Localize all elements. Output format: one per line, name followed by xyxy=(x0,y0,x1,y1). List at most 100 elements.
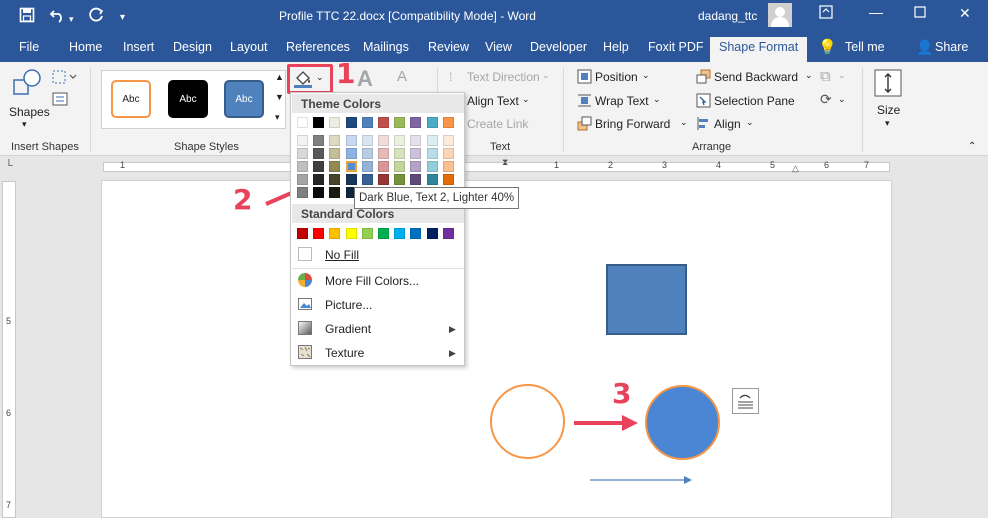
color-swatch[interactable] xyxy=(378,228,389,239)
position-dropdown-icon[interactable]: ⌄ xyxy=(642,70,650,81)
color-swatch[interactable] xyxy=(345,174,357,185)
color-swatch[interactable] xyxy=(329,148,341,159)
color-swatch[interactable] xyxy=(361,228,373,239)
color-swatch[interactable] xyxy=(313,174,325,185)
color-swatch[interactable] xyxy=(297,174,308,185)
tab-review[interactable]: Review xyxy=(428,40,469,54)
color-swatch[interactable] xyxy=(345,228,357,239)
ribbon-display-options-icon[interactable] xyxy=(819,5,833,22)
color-swatch[interactable] xyxy=(394,135,406,146)
align-text-dropdown-icon[interactable]: ⌄ xyxy=(522,94,530,105)
color-swatch[interactable] xyxy=(426,148,438,159)
color-swatch[interactable] xyxy=(329,117,341,128)
bring-forward-button[interactable]: Bring Forward xyxy=(595,117,670,131)
rotate-dropdown-icon[interactable]: ⌄ xyxy=(838,94,846,105)
color-swatch[interactable] xyxy=(344,160,358,173)
collapse-ribbon-icon[interactable]: ⌃ xyxy=(968,141,976,152)
color-swatch[interactable] xyxy=(442,174,454,185)
tab-insert[interactable]: Insert xyxy=(123,40,154,54)
color-swatch[interactable] xyxy=(394,228,406,239)
gallery-scroll-down-icon[interactable]: ▼ xyxy=(275,92,284,102)
tell-me-search[interactable]: Tell me xyxy=(845,40,885,54)
shape-style-blue[interactable]: Abc xyxy=(224,80,264,118)
color-swatch[interactable] xyxy=(361,161,373,172)
position-button[interactable]: Position xyxy=(595,70,638,84)
color-swatch[interactable] xyxy=(297,187,308,198)
color-swatch[interactable] xyxy=(297,117,308,128)
tab-layout[interactable]: Layout xyxy=(230,40,268,54)
minimize-icon[interactable]: — xyxy=(869,4,883,20)
color-swatch[interactable] xyxy=(329,135,341,146)
color-swatch[interactable] xyxy=(426,161,438,172)
gallery-scroll-up-icon[interactable]: ▲ xyxy=(275,72,284,82)
customize-quick-access-icon[interactable]: ▾ xyxy=(120,9,125,27)
wrap-text-dropdown-icon[interactable]: ⌄ xyxy=(653,94,661,105)
indent-marker-icon[interactable]: ⧗ xyxy=(502,157,508,168)
color-swatch[interactable] xyxy=(313,148,325,159)
blue-rectangle-shape[interactable] xyxy=(606,264,687,335)
selection-pane-button[interactable]: Selection Pane xyxy=(714,94,795,108)
color-swatch[interactable] xyxy=(394,174,406,185)
tab-design[interactable]: Design xyxy=(173,40,212,54)
color-swatch[interactable] xyxy=(426,135,438,146)
color-swatch[interactable] xyxy=(410,117,422,128)
bring-forward-dropdown-icon[interactable]: ⌄ xyxy=(680,117,688,128)
maximize-icon[interactable] xyxy=(914,5,926,21)
color-swatch[interactable] xyxy=(329,187,341,198)
color-swatch[interactable] xyxy=(345,135,357,146)
color-swatch[interactable] xyxy=(297,161,308,172)
picture-option[interactable]: Picture... xyxy=(325,298,372,312)
color-swatch[interactable] xyxy=(361,117,373,128)
align-dropdown-icon[interactable]: ⌄ xyxy=(746,117,754,128)
color-swatch[interactable] xyxy=(345,148,357,159)
color-swatch[interactable] xyxy=(297,135,308,146)
color-swatch[interactable] xyxy=(442,228,454,239)
color-swatch[interactable] xyxy=(378,174,389,185)
shape-style-black[interactable]: Abc xyxy=(168,80,208,118)
size-button[interactable]: Size xyxy=(877,103,900,117)
line-arrow-shape[interactable] xyxy=(588,475,694,485)
color-swatch[interactable] xyxy=(410,161,422,172)
color-swatch[interactable] xyxy=(410,228,422,239)
color-swatch[interactable] xyxy=(378,135,389,146)
color-swatch[interactable] xyxy=(313,228,325,239)
shape-style-orange-outline[interactable]: Abc xyxy=(111,80,151,118)
redo-icon[interactable] xyxy=(89,7,105,28)
right-indent-marker-icon[interactable]: △ xyxy=(792,163,799,174)
share-button[interactable]: Share xyxy=(935,40,968,54)
color-swatch[interactable] xyxy=(410,135,422,146)
vertical-ruler[interactable]: 5 6 7 xyxy=(2,181,16,518)
document-page[interactable] xyxy=(101,180,892,518)
color-swatch[interactable] xyxy=(378,117,389,128)
tab-file[interactable]: File xyxy=(19,40,39,54)
close-icon[interactable]: ✕ xyxy=(959,5,971,22)
color-swatch[interactable] xyxy=(394,161,406,172)
undo-dropdown-icon[interactable]: ▾ xyxy=(69,10,74,28)
shape-fill-dropdown-icon[interactable]: ⌄ xyxy=(316,72,324,83)
avatar[interactable] xyxy=(768,3,792,27)
color-swatch[interactable] xyxy=(442,135,454,146)
color-swatch[interactable] xyxy=(313,187,325,198)
align-button[interactable]: Align xyxy=(714,117,741,131)
more-fill-colors-option[interactable]: More Fill Colors... xyxy=(325,274,419,288)
color-swatch[interactable] xyxy=(442,161,454,172)
color-swatch[interactable] xyxy=(361,174,373,185)
shapes-button[interactable]: Shapes xyxy=(9,105,50,119)
tab-developer[interactable]: Developer xyxy=(530,40,587,54)
send-backward-button[interactable]: Send Backward xyxy=(714,70,798,84)
color-swatch[interactable] xyxy=(426,117,438,128)
tab-references[interactable]: References xyxy=(286,40,350,54)
color-swatch[interactable] xyxy=(361,148,373,159)
color-swatch[interactable] xyxy=(442,148,454,159)
color-swatch[interactable] xyxy=(313,135,325,146)
color-swatch[interactable] xyxy=(378,161,389,172)
texture-option[interactable]: Texture xyxy=(325,346,364,360)
color-swatch[interactable] xyxy=(297,148,308,159)
color-swatch[interactable] xyxy=(394,117,406,128)
color-swatch[interactable] xyxy=(442,117,454,128)
text-box-icon[interactable] xyxy=(52,92,68,109)
tab-shape-format[interactable]: Shape Format xyxy=(710,37,808,62)
gallery-more-icon[interactable]: ▾ xyxy=(275,112,280,123)
filled-circle-shape[interactable] xyxy=(645,385,720,460)
rotate-icon[interactable]: ⟳ xyxy=(820,91,832,108)
